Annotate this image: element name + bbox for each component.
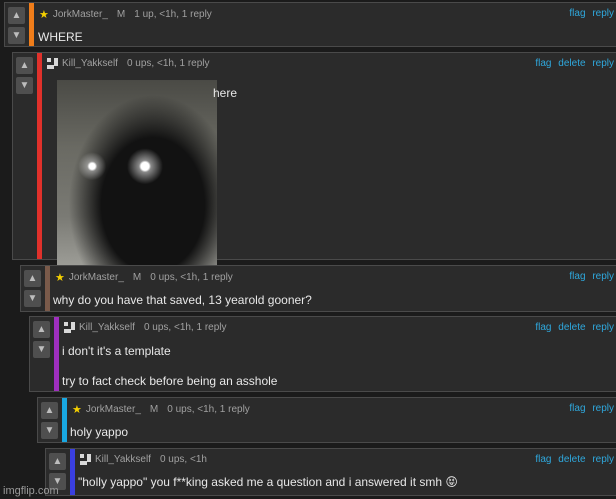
comment: ▲ ▼ ★ JorkMaster_ M 0 ups, <1h, 1 reply …: [37, 397, 616, 443]
comment-meta: Kill_Yakkself 0 ups, <1h, 1 reply: [64, 322, 227, 333]
comment-info: 0 ups, <1h: [159, 454, 207, 465]
comment-info: 1 up, <1h, 1 reply: [134, 9, 212, 20]
reply-link[interactable]: reply: [592, 271, 614, 282]
comment-info: 0 ups, <1h, 1 reply: [167, 404, 250, 415]
user-flair: M: [132, 272, 142, 283]
upvote-icon[interactable]: ▲: [24, 270, 41, 287]
reply-link[interactable]: reply: [592, 58, 614, 69]
downvote-icon[interactable]: ▼: [41, 422, 58, 439]
comment: ▲ ▼ ★ JorkMaster_ M 0 ups, <1h, 1 reply …: [20, 265, 616, 312]
flag-link[interactable]: flag: [535, 58, 551, 69]
reply-link[interactable]: reply: [592, 454, 614, 465]
comment-info: 0 ups, <1h, 1 reply: [150, 272, 233, 283]
downvote-icon[interactable]: ▼: [24, 290, 41, 307]
imgflip-watermark: imgflip.com: [3, 485, 59, 497]
comment-meta: Kill_Yakkself 0 ups, <1h: [80, 454, 207, 465]
downvote-icon[interactable]: ▼: [8, 27, 25, 44]
comment-actions: flag reply: [565, 271, 614, 282]
comment: ▲ ▼ Kill_Yakkself 0 ups, <1h, 1 reply fl…: [29, 316, 616, 392]
comment-meta: ★ JorkMaster_ M 1 up, <1h, 1 reply: [39, 8, 212, 21]
thread-bar: [62, 398, 67, 442]
pixel-avatar-icon: [47, 58, 58, 69]
comment: ▲ ▼ Kill_Yakkself 0 ups, <1h flag delete…: [45, 448, 616, 496]
vote-controls: ▲ ▼: [8, 7, 25, 44]
pixel-avatar-icon: [80, 454, 91, 465]
upvote-icon[interactable]: ▲: [49, 453, 66, 470]
vote-controls: ▲ ▼: [16, 57, 33, 94]
thread-bar: [37, 53, 42, 259]
username-link[interactable]: Kill_Yakkself: [62, 58, 118, 69]
upvote-icon[interactable]: ▲: [16, 57, 33, 74]
delete-link[interactable]: delete: [558, 58, 585, 69]
comment-info: 0 ups, <1h, 1 reply: [126, 58, 210, 69]
username-link[interactable]: JorkMaster_: [69, 272, 124, 283]
thread-bar: [54, 317, 59, 391]
flag-link[interactable]: flag: [569, 271, 585, 282]
comment-text: here: [213, 86, 238, 100]
reply-link[interactable]: reply: [592, 8, 614, 19]
upvote-icon[interactable]: ▲: [41, 402, 58, 419]
delete-link[interactable]: delete: [558, 322, 585, 333]
comment-actions: flag reply: [565, 8, 614, 19]
reply-link[interactable]: reply: [592, 403, 614, 414]
comment-text: WHERE: [38, 30, 83, 44]
upvote-icon[interactable]: ▲: [8, 7, 25, 24]
pixel-avatar-icon: [64, 322, 75, 333]
comment-text: holy yappo: [70, 425, 129, 439]
flag-link[interactable]: flag: [569, 403, 585, 414]
comment-actions: flag delete reply: [531, 322, 614, 333]
reply-link[interactable]: reply: [592, 322, 614, 333]
flag-link[interactable]: flag: [535, 322, 551, 333]
username-link[interactable]: Kill_Yakkself: [95, 454, 151, 465]
comment: ▲ ▼ ★ JorkMaster_ M 1 up, <1h, 1 reply f…: [4, 2, 616, 47]
downvote-icon[interactable]: ▼: [33, 341, 50, 358]
user-flair: M: [116, 9, 126, 20]
flag-link[interactable]: flag: [569, 8, 585, 19]
username-link[interactable]: Kill_Yakkself: [79, 322, 135, 333]
comment-info: 0 ups, <1h, 1 reply: [143, 322, 227, 333]
thread-bar: [29, 3, 34, 46]
comment-text: why do you have that saved, 13 yearold g…: [53, 293, 312, 307]
upvote-icon[interactable]: ▲: [33, 321, 50, 338]
comment-meta: Kill_Yakkself 0 ups, <1h, 1 reply: [47, 58, 210, 69]
username-link[interactable]: JorkMaster_: [86, 404, 141, 415]
comment-text: i don't it's a template: [62, 344, 171, 358]
username-link[interactable]: JorkMaster_: [53, 9, 108, 20]
downvote-icon[interactable]: ▼: [16, 77, 33, 94]
vote-controls: ▲ ▼: [24, 270, 41, 307]
comment-meta: ★ JorkMaster_ M 0 ups, <1h, 1 reply: [72, 403, 250, 416]
comment-actions: flag delete reply: [531, 454, 614, 465]
comment-text: "holly yappo" you f**king asked me a que…: [78, 475, 458, 489]
star-icon: ★: [55, 272, 65, 284]
comment-actions: flag delete reply: [531, 58, 614, 69]
comment: ▲ ▼ Kill_Yakkself 0 ups, <1h, 1 reply fl…: [12, 52, 616, 307]
vote-controls: ▲ ▼: [41, 402, 58, 439]
flag-link[interactable]: flag: [535, 454, 551, 465]
star-icon: ★: [39, 9, 49, 21]
vote-controls: ▲ ▼: [33, 321, 50, 358]
star-icon: ★: [72, 404, 82, 416]
thread-bar: [70, 449, 75, 495]
comment-text-line-2: try to fact check before being an asshol…: [62, 374, 278, 388]
user-flair: M: [149, 404, 159, 415]
thread-bar: [45, 266, 50, 311]
comment-meta: ★ JorkMaster_ M 0 ups, <1h, 1 reply: [55, 271, 233, 284]
delete-link[interactable]: delete: [558, 454, 585, 465]
comment-actions: flag reply: [565, 403, 614, 414]
